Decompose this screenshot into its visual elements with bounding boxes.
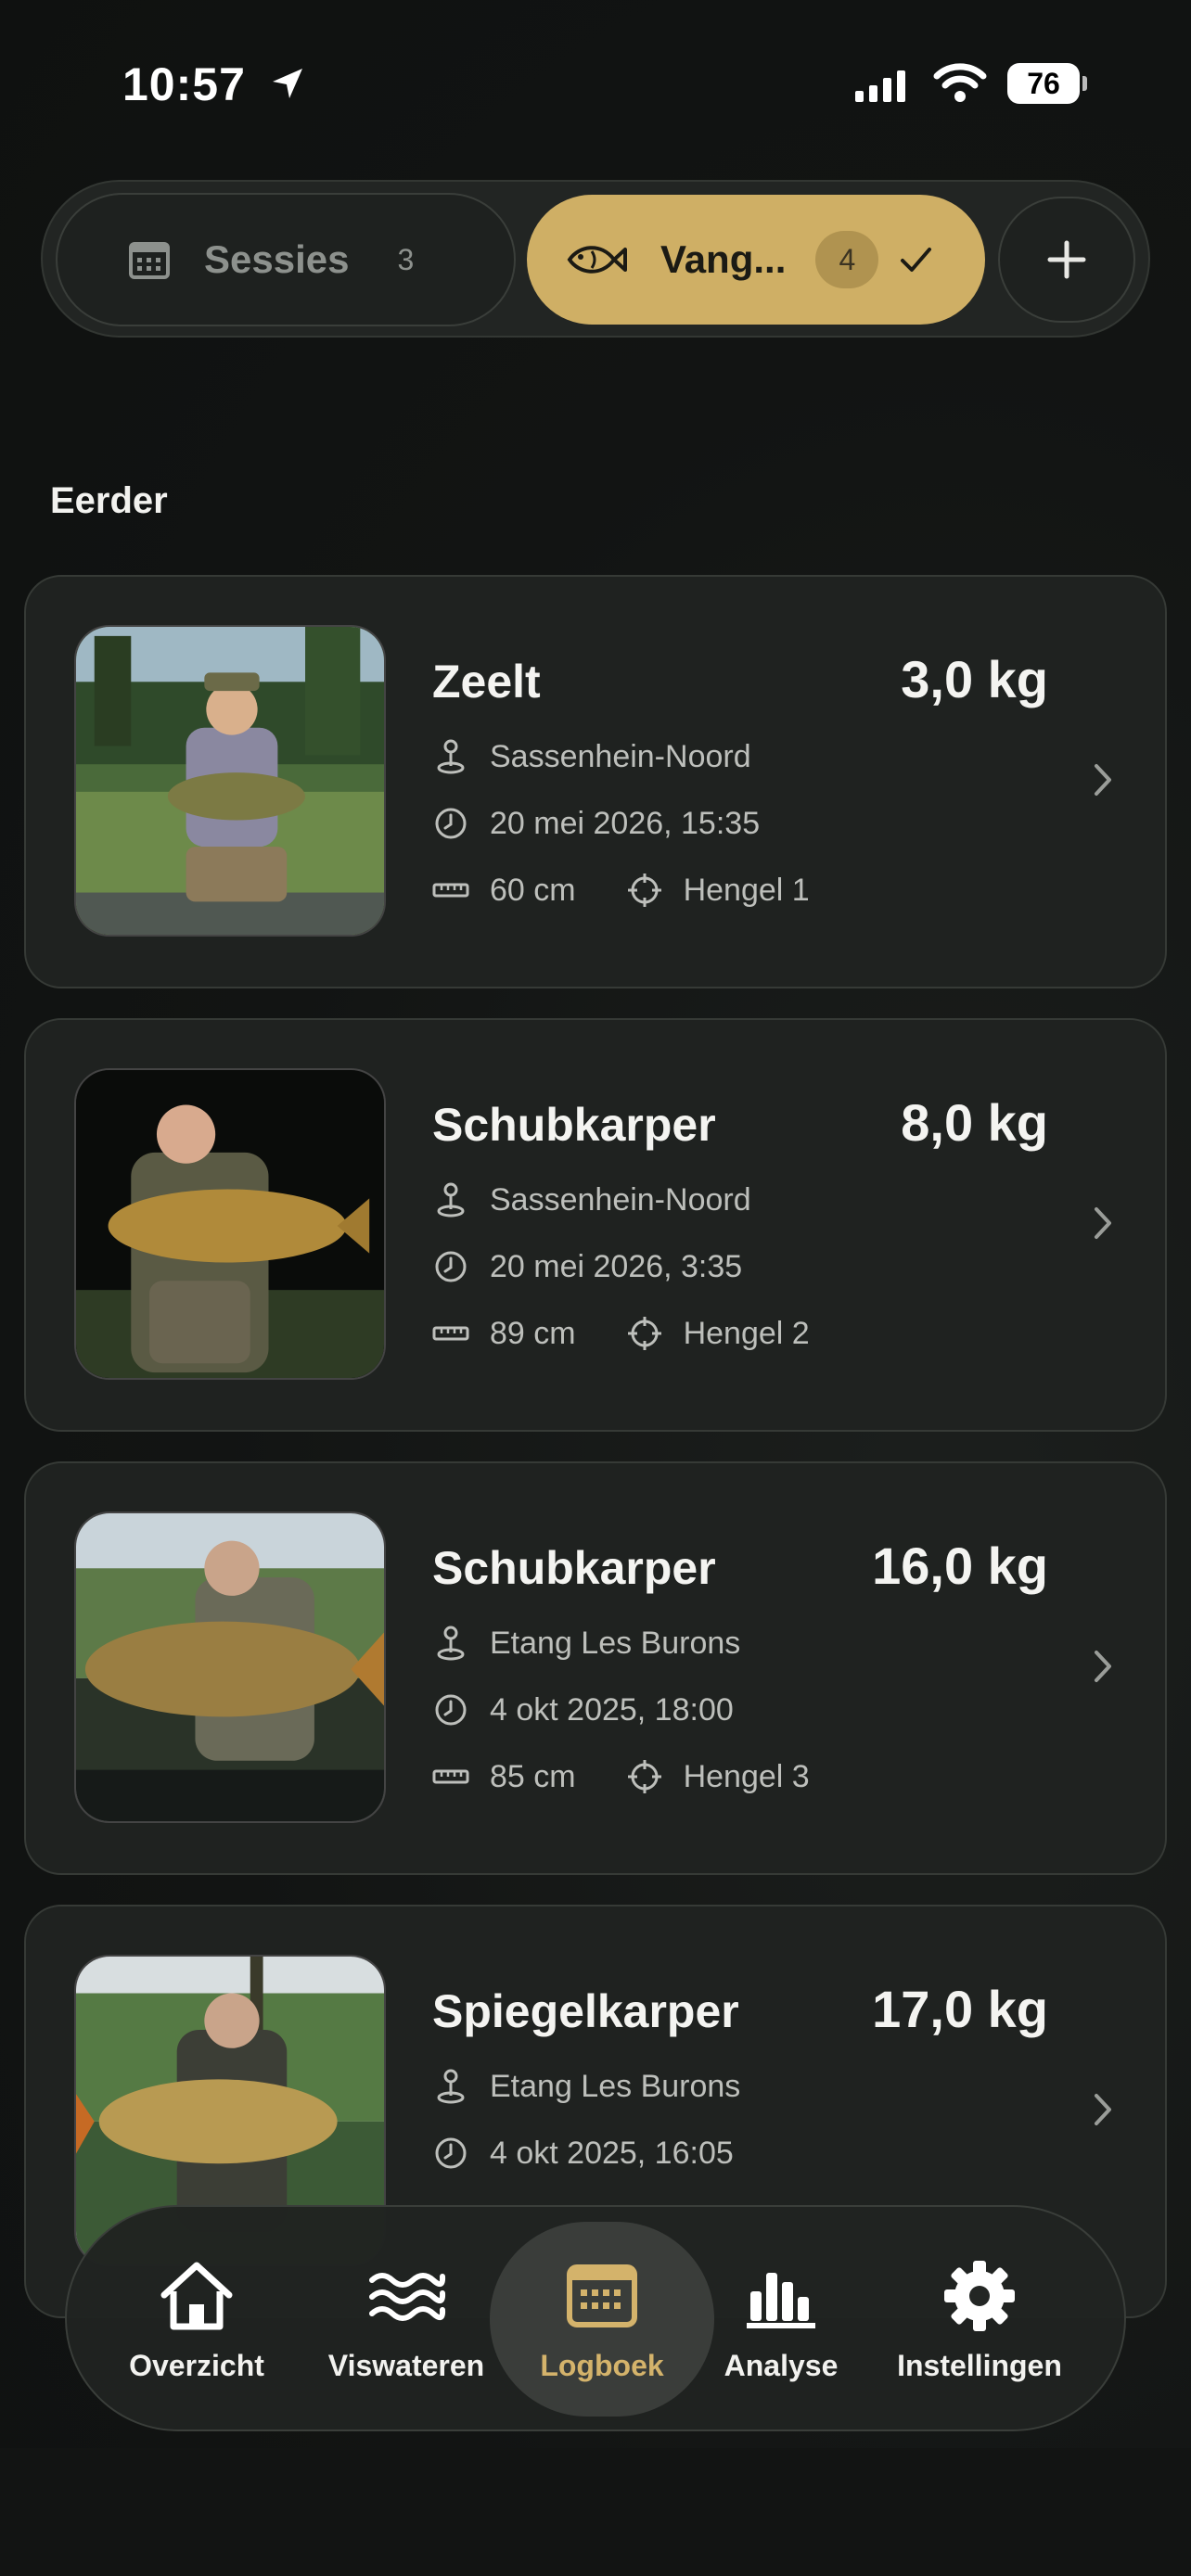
chevron-right-icon	[1095, 764, 1111, 796]
catch-length: 85 cm	[490, 1758, 576, 1794]
chevron-right-icon	[1095, 1651, 1111, 1682]
catch-weight: 17,0 kg	[872, 1980, 1048, 2038]
home-icon	[160, 2262, 233, 2329]
nav-analyse-label: Analyse	[724, 2348, 839, 2382]
plus-icon	[1047, 240, 1086, 279]
tab-vangsten-count: 4	[815, 231, 879, 288]
nav-instellingen[interactable]: Instellingen	[876, 2222, 1083, 2417]
crosshair-icon	[626, 1758, 663, 1795]
nav-viswateren[interactable]: Viswateren	[308, 2222, 505, 2417]
calendar-icon	[129, 242, 170, 279]
location-pin-icon	[432, 738, 469, 775]
catch-location: Sassenhein-Noord	[490, 1181, 751, 1218]
nav-overzicht[interactable]: Overzicht	[93, 2222, 301, 2417]
catch-photo	[74, 625, 386, 937]
bar-chart-icon	[747, 2272, 815, 2328]
catch-length: 60 cm	[490, 872, 576, 908]
battery-icon: 76	[1007, 63, 1087, 104]
catch-location: Etang Les Burons	[490, 1625, 741, 1661]
catch-length: 89 cm	[490, 1315, 576, 1351]
tab-sessies-count: 3	[397, 242, 415, 276]
catch-card[interactable]: Schubkarper 8,0 kg Sassenhein-Noord 20 m…	[24, 1018, 1167, 1432]
catch-species: Spiegelkarper	[432, 1985, 739, 2037]
ruler-icon	[432, 1315, 469, 1352]
app-screen: 10:57 76 Sessies 3 Vang... 4 Eerder Zeel…	[0, 0, 1191, 2576]
catch-weight: 8,0 kg	[901, 1093, 1048, 1152]
signal-icon	[855, 69, 905, 102]
nav-instellingen-label: Instellingen	[897, 2348, 1062, 2382]
nav-logboek-label: Logboek	[540, 2348, 664, 2382]
catch-datetime: 20 mei 2026, 3:35	[490, 1248, 743, 1284]
location-pin-icon	[432, 1181, 469, 1218]
chevron-right-icon	[1095, 1207, 1111, 1239]
clock-icon	[432, 1248, 469, 1285]
catch-species: Zeelt	[432, 656, 541, 708]
catch-card[interactable]: Schubkarper 16,0 kg Etang Les Burons 4 o…	[24, 1461, 1167, 1875]
clock-icon	[432, 1691, 469, 1728]
catch-location: Sassenhein-Noord	[490, 738, 751, 774]
ruler-icon	[432, 872, 469, 909]
catch-weight: 16,0 kg	[872, 1537, 1048, 1595]
crosshair-icon	[626, 1315, 663, 1352]
catch-datetime: 20 mei 2026, 15:35	[490, 805, 761, 841]
catch-weight: 3,0 kg	[901, 650, 1048, 708]
catch-photo	[74, 1511, 386, 1823]
catch-species: Schubkarper	[432, 1542, 716, 1594]
nav-viswateren-label: Viswateren	[327, 2348, 485, 2382]
wifi-icon	[933, 63, 987, 102]
waves-icon	[369, 2272, 446, 2321]
catch-species: Schubkarper	[432, 1099, 716, 1151]
tab-vangsten-label: Vang...	[660, 237, 787, 281]
catch-location: Etang Les Burons	[490, 2068, 741, 2104]
ruler-icon	[432, 1758, 469, 1795]
clock-icon	[432, 805, 469, 842]
section-title: Eerder	[50, 480, 168, 521]
add-button[interactable]	[998, 197, 1135, 323]
tab-sessies-label: Sessies	[204, 237, 350, 281]
checkmark-icon	[901, 248, 932, 272]
location-arrow-icon	[273, 69, 302, 98]
crosshair-icon	[626, 872, 663, 909]
catch-rod: Hengel 3	[683, 1758, 810, 1794]
fish-icon	[567, 246, 627, 274]
catch-card[interactable]: Zeelt 3,0 kg Sassenhein-Noord 20 mei 202…	[24, 575, 1167, 988]
clock-icon	[432, 2135, 469, 2172]
chevron-right-icon	[1095, 2094, 1111, 2125]
location-pin-icon	[432, 2068, 469, 2105]
logbook-calendar-icon	[567, 2264, 637, 2327]
catch-datetime: 4 okt 2025, 16:05	[490, 2135, 734, 2171]
catch-datetime: 4 okt 2025, 18:00	[490, 1691, 734, 1728]
location-pin-icon	[432, 1625, 469, 1662]
tab-sessies[interactable]: Sessies 3	[56, 193, 516, 326]
catch-photo	[74, 1068, 386, 1380]
catch-rod: Hengel 1	[683, 872, 810, 908]
nav-analyse[interactable]: Analyse	[705, 2222, 857, 2417]
nav-overzicht-label: Overzicht	[129, 2348, 264, 2382]
nav-logboek[interactable]: Logboek	[490, 2222, 714, 2417]
status-time: 10:57	[122, 58, 246, 110]
bottom-area	[0, 2448, 1191, 2576]
battery-level: 76	[1007, 63, 1080, 104]
tab-vangsten[interactable]: Vang... 4	[527, 195, 985, 325]
catch-rod: Hengel 2	[683, 1315, 810, 1351]
gear-icon	[944, 2260, 1015, 2331]
